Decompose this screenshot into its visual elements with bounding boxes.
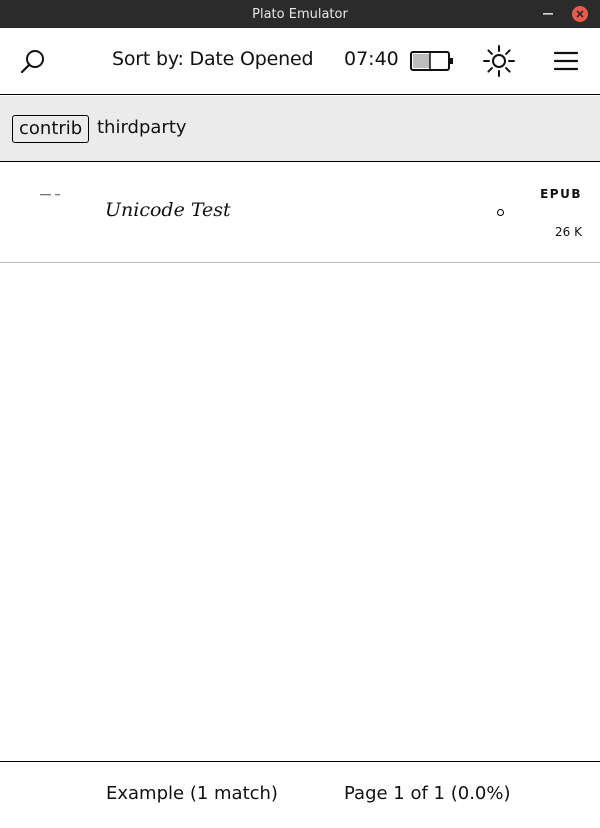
library-match-label[interactable]: Example (1 match)	[106, 783, 278, 804]
tag-contrib[interactable]: contrib	[12, 115, 90, 143]
top-bar: Sort by: Date Opened 07:40	[0, 28, 600, 95]
book-title: Unicode Test	[105, 199, 231, 221]
sun-icon[interactable]	[481, 43, 517, 79]
directory-nav-bar: contrib thirdparty	[0, 96, 600, 162]
hamburger-menu-icon[interactable]	[553, 50, 579, 72]
book-cover-thumbnail	[40, 193, 64, 199]
book-format: EPUB	[540, 187, 582, 201]
search-icon[interactable]	[18, 47, 48, 77]
minimize-icon[interactable]	[540, 6, 556, 22]
page-indicator[interactable]: Page 1 of 1 (0.0%)	[344, 783, 511, 804]
clock[interactable]: 07:40	[344, 48, 399, 70]
battery-icon[interactable]	[410, 50, 456, 72]
unread-circle-icon	[497, 209, 504, 216]
close-window-icon[interactable]	[572, 6, 588, 22]
tag-thirdparty[interactable]: thirdparty	[97, 115, 187, 143]
sort-label[interactable]: Sort by: Date Opened	[112, 48, 314, 70]
bottom-bar: Example (1 match) Page 1 of 1 (0.0%)	[0, 761, 600, 828]
book-size: 26 K	[555, 225, 582, 239]
book-list-item[interactable]: Unicode Test EPUB 26 K	[0, 163, 600, 263]
window-title: Plato Emulator	[252, 6, 348, 22]
window-titlebar: Plato Emulator	[0, 0, 600, 28]
